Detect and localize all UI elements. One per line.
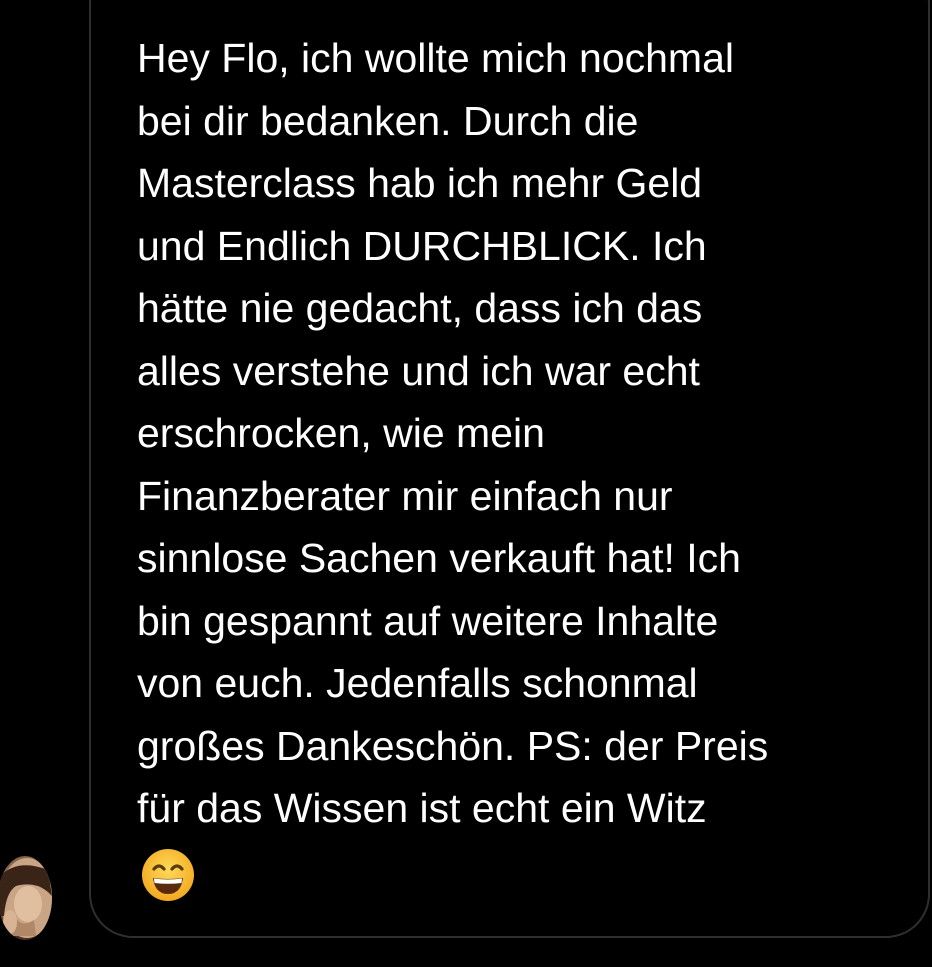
sender-avatar[interactable]	[0, 856, 52, 940]
message-text: Hey Flo, ich wollte mich nochmal bei dir…	[137, 35, 769, 831]
grinning-face-with-smiling-eyes-icon	[141, 848, 195, 902]
avatar-image	[0, 858, 52, 938]
chat-thread: Hey Flo, ich wollte mich nochmal bei dir…	[0, 0, 932, 967]
